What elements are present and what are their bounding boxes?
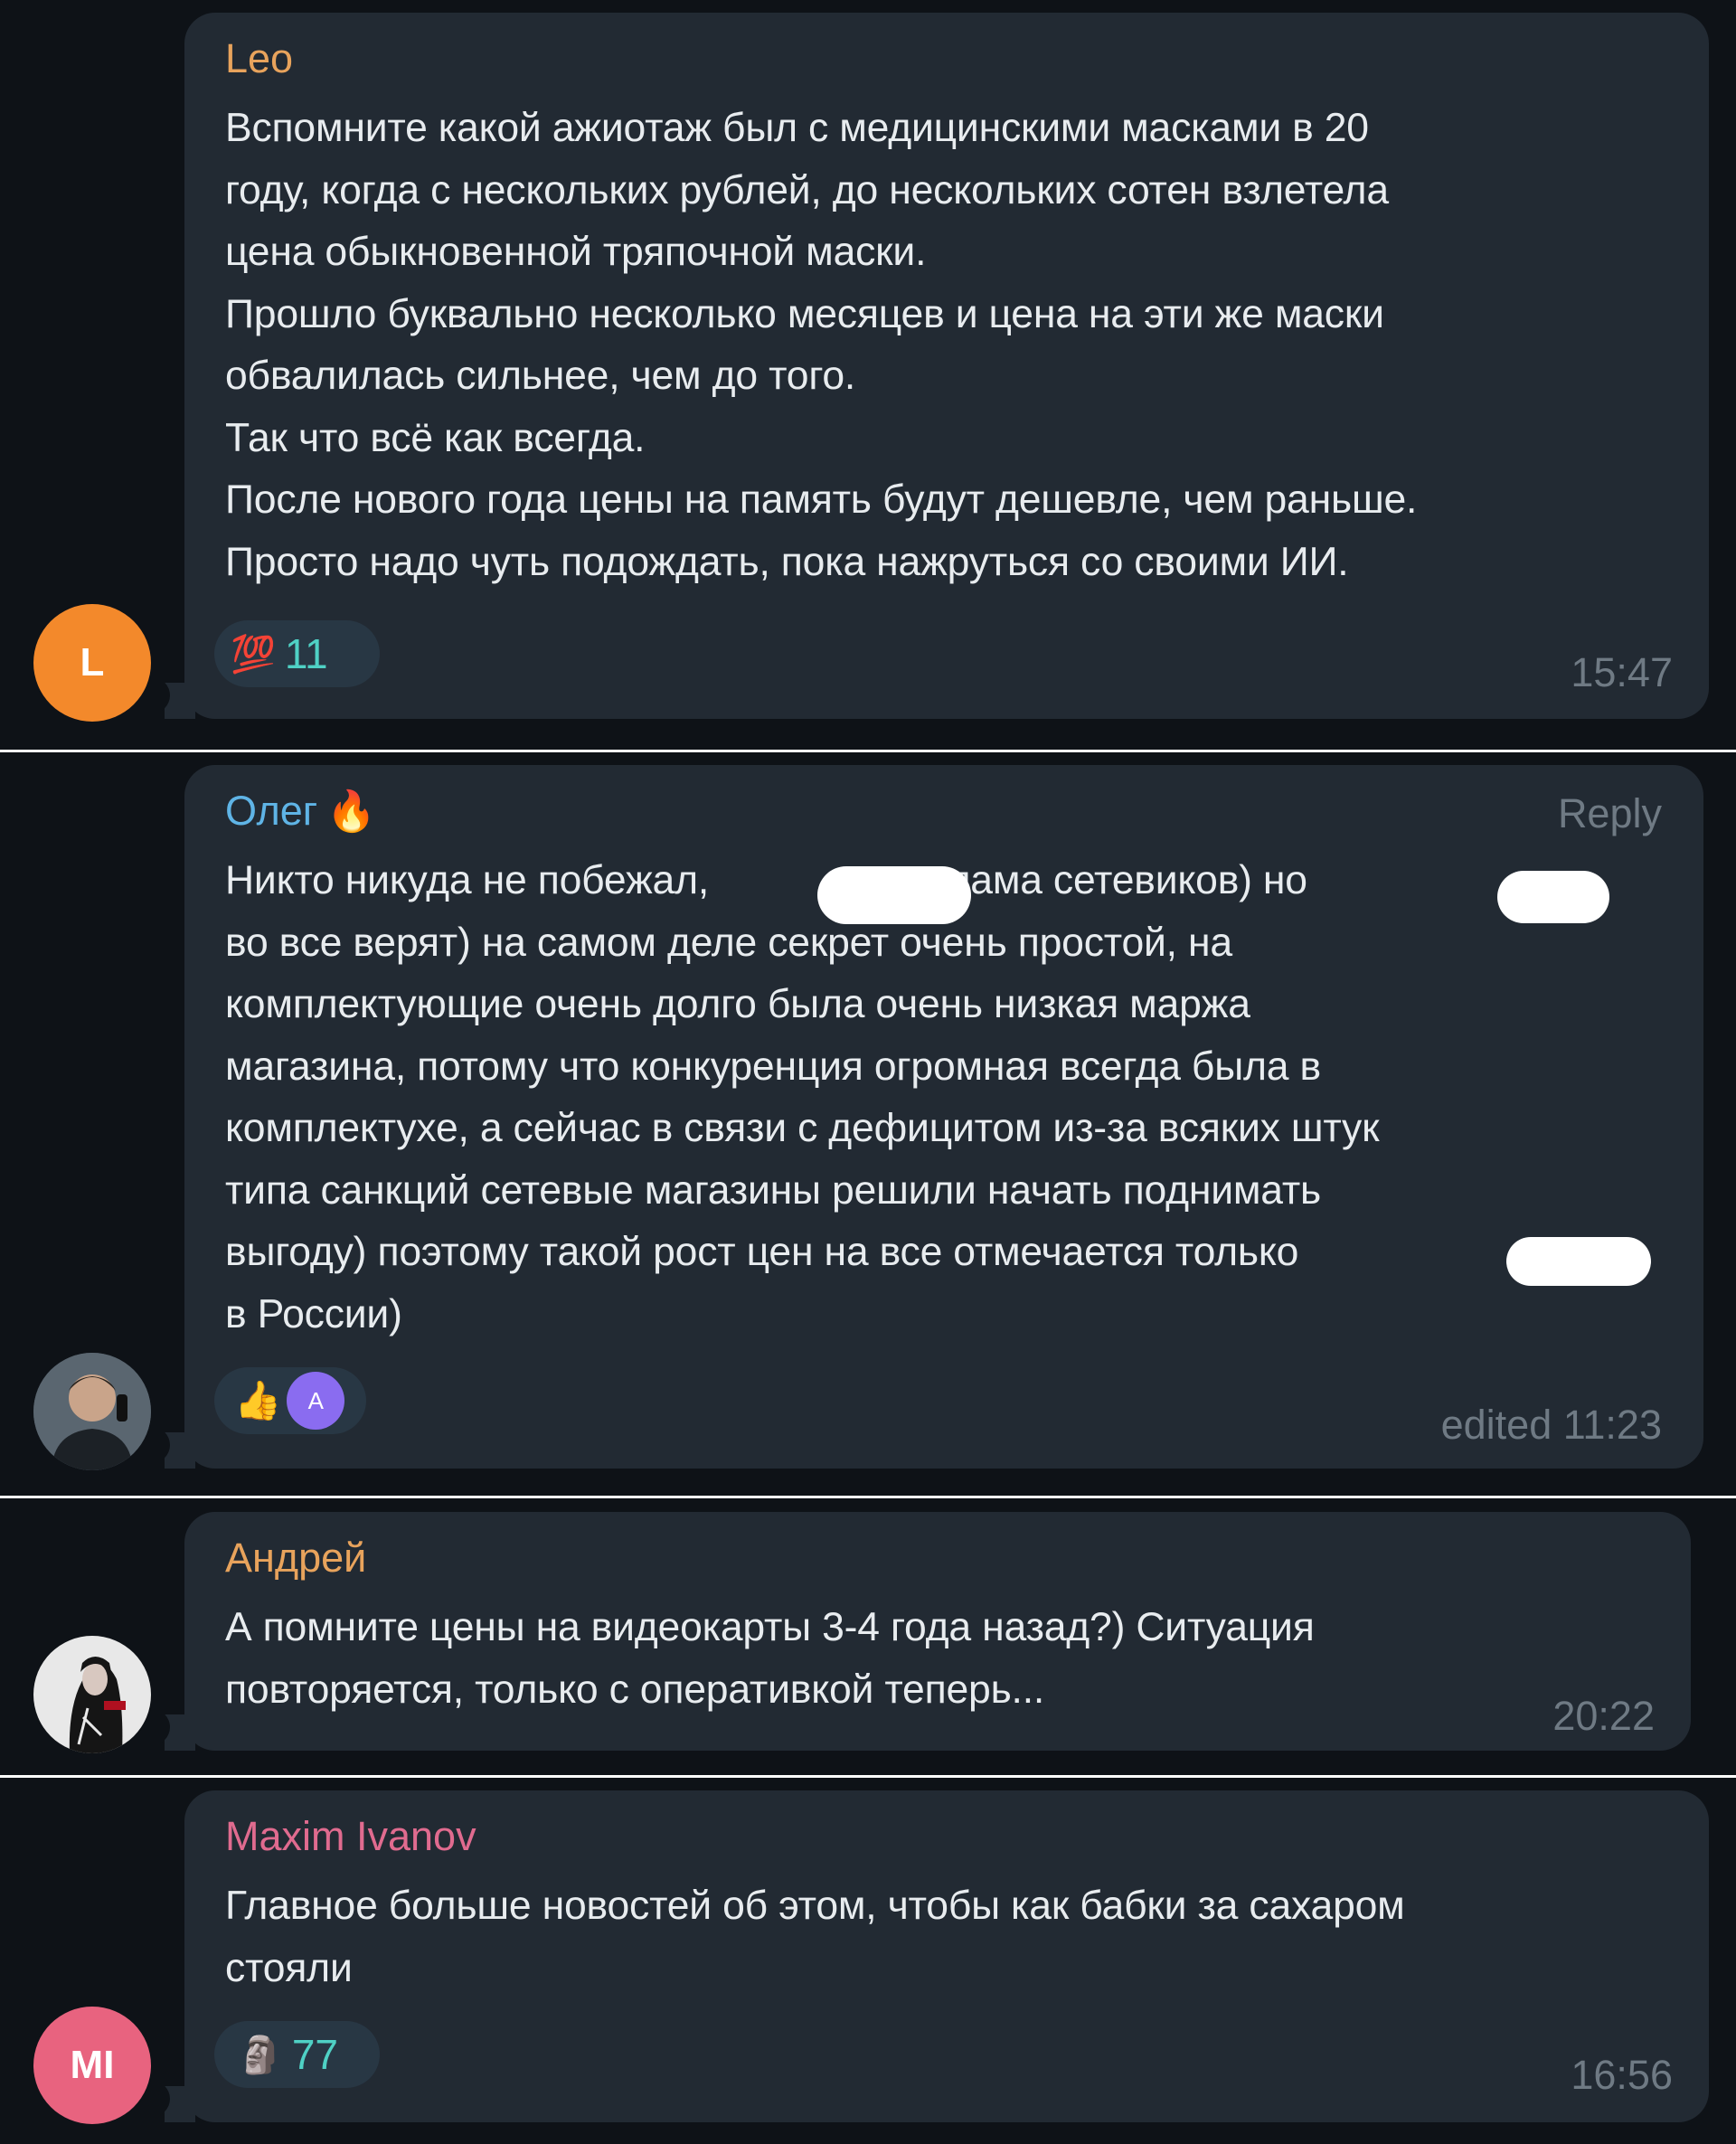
message-line: Просто надо чуть подождать, пока нажруть… [225, 539, 1349, 584]
sender-name[interactable]: Олег 🔥 [225, 790, 376, 832]
message-body: Никто никуда не побежал, реклама сетевик… [225, 850, 1380, 1346]
message-time: 15:47 [1571, 649, 1673, 695]
bubble-tail [159, 683, 195, 719]
message-line: А помните цены на видеокарты 3-4 года на… [225, 1605, 1315, 1649]
message-panel-andrey: Андрей А помните цены на видеокарты 3-4 … [0, 1498, 1736, 1775]
reply-link[interactable]: Reply [1558, 790, 1662, 837]
message-line: Никто никуда не побежал, реклама сетевик… [225, 858, 1307, 902]
avatar[interactable]: MI [33, 2007, 151, 2124]
message-line: году, когда с нескольких рублей, до неск… [225, 167, 1389, 213]
message-line: После нового года цены на память будут д… [225, 477, 1418, 522]
message-time: 20:22 [1552, 1693, 1655, 1739]
reactor-avatar: A [287, 1372, 345, 1430]
reaction-chip[interactable]: 🗿 77 [214, 2021, 380, 2088]
bubble-tail [159, 1714, 195, 1751]
message-line: повторяется, только с оперативкой теперь… [225, 1667, 1045, 1712]
message-line: во все верят) на самом деле секрет очень… [225, 920, 1232, 965]
reaction-chip[interactable]: 👍 A [214, 1367, 366, 1434]
moai-icon: 🗿 [238, 2035, 283, 2075]
message-line: обвалилась сильнее, чем до того. [225, 354, 856, 398]
bubble-tail [159, 1432, 195, 1469]
message-time: edited 11:23 [1440, 1402, 1662, 1448]
sender-name[interactable]: Maxim Ivanov [225, 1816, 476, 1856]
message-bubble[interactable]: Олег 🔥 Reply Никто никуда не побежал, рек… [184, 765, 1703, 1469]
user-photo-icon [33, 1353, 151, 1470]
message-line: комплектующие очень долго была очень низ… [225, 982, 1250, 1026]
bubble-tail [159, 2086, 195, 2122]
message-line: стояли [225, 1945, 353, 1990]
message-line: цена обыкновенной тряпочной маски. [225, 230, 927, 274]
message-line: типа санкций сетевые магазины решили нач… [225, 1167, 1322, 1213]
message-line: комплектухе, а сейчас в связи с дефицито… [225, 1106, 1380, 1150]
message-panel-oleg: Олег 🔥 Reply Никто никуда не побежал, рек… [0, 752, 1736, 1496]
message-body: Вспомните какой ажиотаж был с медицински… [225, 98, 1417, 593]
message-bubble[interactable]: Maxim Ivanov Главное больше новостей об … [184, 1790, 1709, 2122]
message-line: Так что всё как всегда. [225, 415, 646, 460]
message-bubble[interactable]: Андрей А помните цены на видеокарты 3-4 … [184, 1512, 1691, 1751]
message-line: магазина, потому что конкуренция огромна… [225, 1044, 1321, 1089]
reaction-count: 77 [291, 2031, 338, 2078]
message-line: в России) [225, 1291, 402, 1336]
avatar[interactable] [33, 1636, 151, 1753]
hundred-points-icon: 💯 [231, 634, 276, 675]
message-panel-leo: Leo Вспомните какой ажиотаж был с медици… [0, 0, 1736, 750]
reaction-chip[interactable]: 💯 11 [214, 620, 380, 687]
avatar[interactable] [33, 1353, 151, 1470]
reaction-count: 11 [284, 630, 328, 677]
message-body: Главное больше новостей об этом, чтобы к… [225, 1875, 1405, 1999]
message-line: Главное больше новостей об этом, чтобы к… [225, 1884, 1405, 1928]
sender-name[interactable]: Leo [225, 38, 293, 79]
message-body: А помните цены на видеокарты 3-4 года на… [225, 1597, 1315, 1721]
message-line: Прошло буквально несколько месяцев и цен… [225, 291, 1384, 336]
message-bubble[interactable]: Leo Вспомните какой ажиотаж был с медици… [184, 13, 1709, 719]
user-photo-icon [33, 1636, 151, 1753]
fire-icon: 🔥 [326, 789, 376, 834]
redaction-mark [1506, 1237, 1651, 1286]
avatar[interactable]: L [33, 604, 151, 722]
redaction-mark [1497, 871, 1609, 923]
message-panel-maxim: Maxim Ivanov Главное больше новостей об … [0, 1778, 1736, 2144]
message-line: Вспомните какой ажиотаж был с медицински… [225, 106, 1369, 150]
redaction-mark [817, 866, 971, 924]
sender-name[interactable]: Андрей [225, 1537, 366, 1578]
message-line: выгоду) поэтому такой рост цен на все от… [225, 1230, 1299, 1274]
message-time: 16:56 [1571, 2052, 1673, 2098]
thumbs-up-icon: 👍 [234, 1378, 282, 1421]
